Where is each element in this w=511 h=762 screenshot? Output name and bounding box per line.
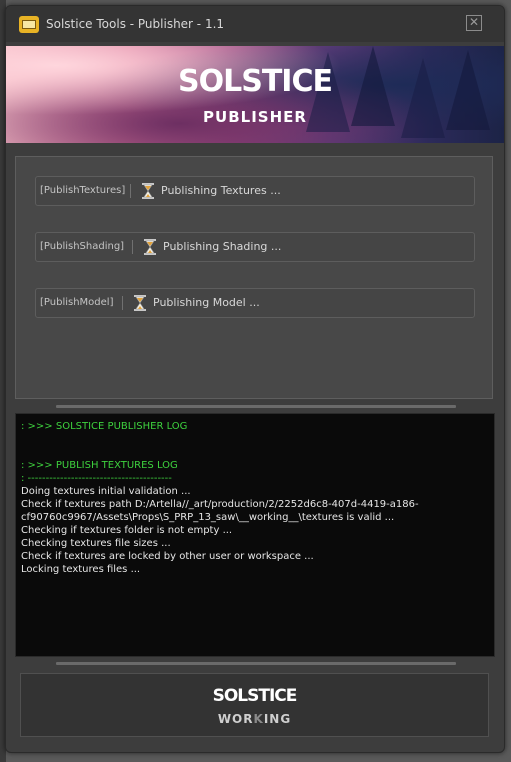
splitter-handle[interactable] <box>56 662 456 665</box>
log-line: Doing textures initial validation ... <box>21 486 191 497</box>
splitter-handle[interactable] <box>56 405 456 408</box>
hourglass-icon <box>134 295 146 311</box>
working-text-a: WOR <box>217 712 254 726</box>
title-bar[interactable]: Solstice Tools - Publisher - 1.1 ✕ <box>6 6 504 42</box>
publisher-app-icon <box>19 16 39 33</box>
publisher-logo-text: PUBLISHER <box>203 108 307 126</box>
publisher-window: Solstice Tools - Publisher - 1.1 ✕ SOLST… <box>5 5 505 753</box>
working-text-c: ING <box>263 712 292 726</box>
solstice-logo: SOLSTICE <box>178 64 333 99</box>
close-button[interactable]: ✕ <box>466 15 482 31</box>
window-title: Solstice Tools - Publisher - 1.1 <box>46 17 225 31</box>
tasks-panel: [PublishTextures] Publishing Textures ..… <box>15 156 493 399</box>
log-line: Check if textures are locked by other us… <box>21 551 314 562</box>
solstice-footer-logo: SOLSTICE <box>212 686 298 706</box>
task-separator <box>122 296 123 310</box>
task-status: Publishing Model ... <box>153 296 260 309</box>
task-tag: [PublishTextures] <box>40 185 126 196</box>
log-line: : >>> PUBLISH TEXTURES LOG <box>21 460 178 471</box>
log-line: : --------------------------------------… <box>21 473 172 484</box>
publisher-banner: SOLSTICE PUBLISHER <box>6 46 504 143</box>
task-separator <box>130 184 131 198</box>
log-line: Checking textures file sizes ... <box>21 538 171 549</box>
hourglass-icon <box>144 239 156 255</box>
log-line: cf90760c9967/Assets\Props\S_PRP_13_saw\_… <box>21 512 395 523</box>
hourglass-icon <box>142 183 154 199</box>
task-row-publish-textures[interactable]: [PublishTextures] Publishing Textures ..… <box>35 176 475 206</box>
close-icon: ✕ <box>468 15 480 29</box>
log-line: Checking if textures folder is not empty… <box>21 525 233 536</box>
working-text-b: K <box>253 712 264 726</box>
working-status-text: WORKING <box>21 712 488 726</box>
task-separator <box>132 240 133 254</box>
status-footer: SOLSTICE WORKING <box>20 673 489 737</box>
task-tag: [PublishModel] <box>40 297 114 308</box>
log-line: Locking textures files ... <box>21 564 141 575</box>
task-status: Publishing Shading ... <box>163 240 282 253</box>
task-row-publish-model[interactable]: [PublishModel] Publishing Model ... <box>35 288 475 318</box>
log-line: Check if textures path D:/Artella//_art/… <box>21 499 419 510</box>
task-row-publish-shading[interactable]: [PublishShading] Publishing Shading ... <box>35 232 475 262</box>
task-status: Publishing Textures ... <box>161 184 281 197</box>
task-tag: [PublishShading] <box>40 241 125 252</box>
log-line: : >>> SOLSTICE PUBLISHER LOG <box>21 421 188 432</box>
publisher-log[interactable]: : >>> SOLSTICE PUBLISHER LOG : >>> PUBLI… <box>15 413 495 657</box>
